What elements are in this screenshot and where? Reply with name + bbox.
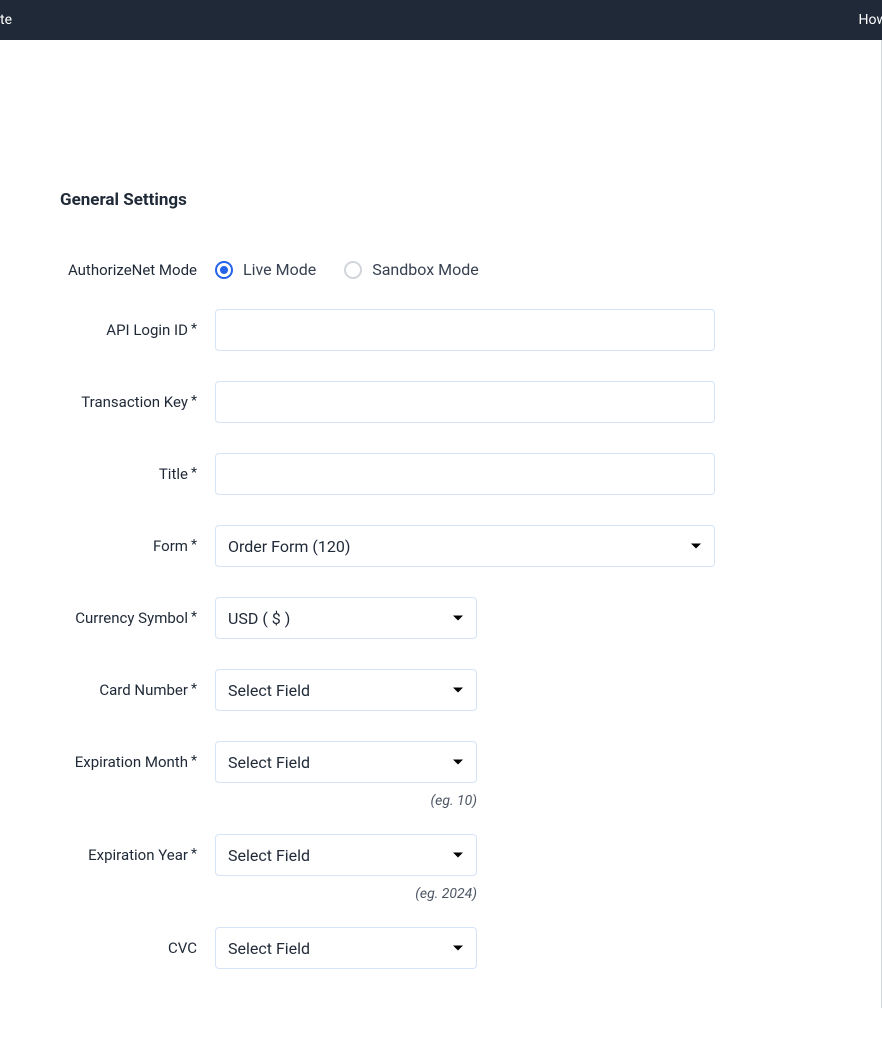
radio-live-label: Live Mode [243, 260, 316, 279]
card-number-label: Card Number* [40, 681, 205, 699]
exp-month-hint-row: (eg. 10) [40, 793, 842, 809]
mode-row: AuthorizeNet Mode Live Mode Sandbox Mode [40, 260, 842, 279]
currency-select[interactable]: USD ( $ ) [215, 597, 477, 639]
exp-month-select[interactable]: Select Field [215, 741, 477, 783]
transaction-key-label: Transaction Key* [40, 393, 205, 411]
exp-year-label: Expiration Year* [40, 846, 205, 864]
top-bar-left-text: te [0, 12, 12, 28]
card-number-row: Card Number* Select Field [40, 669, 842, 711]
form-select[interactable]: Order Form (120) [215, 525, 715, 567]
title-label: Title* [40, 465, 205, 483]
required-star: * [191, 753, 197, 769]
section-title: General Settings [60, 190, 842, 210]
api-login-label: API Login ID* [40, 321, 205, 339]
card-number-select-value: Select Field [215, 669, 477, 711]
exp-year-hint: (eg. 2024) [215, 886, 477, 902]
exp-month-label: Expiration Month* [40, 753, 205, 771]
radio-icon [215, 261, 233, 279]
exp-year-select[interactable]: Select Field [215, 834, 477, 876]
radio-icon [344, 261, 362, 279]
currency-select-value: USD ( $ ) [215, 597, 477, 639]
exp-month-row: Expiration Month* Select Field [40, 741, 842, 783]
required-star: * [191, 393, 197, 409]
exp-month-select-value: Select Field [215, 741, 477, 783]
form-row: Form* Order Form (120) [40, 525, 842, 567]
api-login-row: API Login ID* [40, 309, 842, 351]
currency-row: Currency Symbol* USD ( $ ) [40, 597, 842, 639]
cvc-row: CVC Select Field [40, 927, 842, 969]
transaction-key-row: Transaction Key* [40, 381, 842, 423]
cvc-select-value: Select Field [215, 927, 477, 969]
radio-sandbox-mode[interactable]: Sandbox Mode [344, 260, 479, 279]
required-star: * [191, 537, 197, 553]
exp-year-row: Expiration Year* Select Field [40, 834, 842, 876]
api-login-input[interactable] [215, 309, 715, 351]
required-star: * [191, 321, 197, 337]
form-select-value: Order Form (120) [215, 525, 715, 567]
required-star: * [191, 609, 197, 625]
transaction-key-input[interactable] [215, 381, 715, 423]
exp-year-hint-row: (eg. 2024) [40, 886, 842, 902]
required-star: * [191, 846, 197, 862]
mode-label: AuthorizeNet Mode [40, 261, 205, 279]
cvc-select[interactable]: Select Field [215, 927, 477, 969]
card-number-select[interactable]: Select Field [215, 669, 477, 711]
mode-radio-group: Live Mode Sandbox Mode [215, 260, 479, 279]
exp-month-hint: (eg. 10) [215, 793, 477, 809]
top-bar-right-text[interactable]: How [859, 12, 882, 28]
form-label: Form* [40, 537, 205, 555]
cvc-label: CVC [40, 939, 205, 957]
title-row: Title* [40, 453, 842, 495]
exp-year-select-value: Select Field [215, 834, 477, 876]
main-content: General Settings AuthorizeNet Mode Live … [0, 190, 882, 1039]
radio-sandbox-label: Sandbox Mode [372, 260, 479, 279]
required-star: * [191, 681, 197, 697]
radio-live-mode[interactable]: Live Mode [215, 260, 316, 279]
title-input[interactable] [215, 453, 715, 495]
top-bar: te How [0, 0, 882, 40]
required-star: * [191, 465, 197, 481]
currency-label: Currency Symbol* [40, 609, 205, 627]
